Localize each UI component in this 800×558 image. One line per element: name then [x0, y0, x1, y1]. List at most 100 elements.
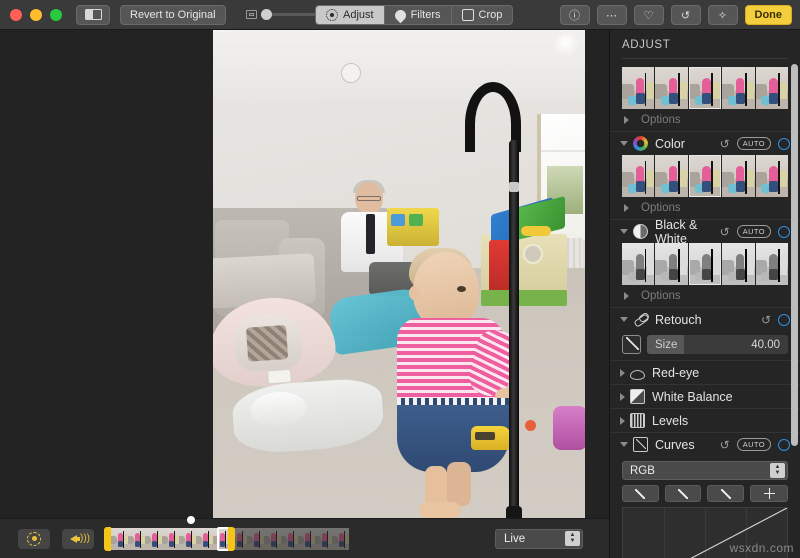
preset-thumbnail[interactable] — [622, 243, 655, 285]
filmstrip-trim-start-handle[interactable] — [104, 526, 111, 551]
preset-thumbnail[interactable] — [722, 243, 755, 285]
sidebar-section-retouch[interactable]: Retouch ↺ — [610, 307, 800, 331]
live-photo-button[interactable] — [18, 528, 50, 549]
preset-thumbnail[interactable] — [655, 155, 688, 197]
window-controls — [0, 8, 62, 21]
tab-filters[interactable]: Filters — [385, 6, 452, 24]
retouch-brush-button[interactable] — [622, 335, 641, 354]
maximize-window-button[interactable] — [50, 8, 62, 21]
filmstrip-frame[interactable] — [247, 527, 264, 550]
tab-adjust[interactable]: Adjust — [316, 6, 385, 24]
reset-black-and-white-button[interactable]: ↺ — [720, 225, 730, 239]
curves-enable-toggle[interactable] — [778, 438, 790, 451]
preset-thumbnail[interactable] — [755, 155, 789, 197]
chevron-right-icon[interactable] — [620, 416, 625, 425]
reset-curves-button[interactable]: ↺ — [720, 438, 730, 452]
add-curve-point-button[interactable] — [750, 485, 789, 502]
white-point-eyedropper-button[interactable] — [707, 485, 745, 502]
chevron-updown-icon[interactable]: ▲ ▼ — [565, 530, 580, 546]
filmstrip-frame[interactable] — [179, 527, 196, 550]
chevron-right-icon[interactable] — [620, 392, 625, 401]
audio-toggle-button[interactable]: ))) — [62, 528, 94, 549]
black-and-white-enable-toggle[interactable] — [778, 225, 790, 238]
small-thumbnail-icon — [245, 10, 257, 19]
retouch-size-slider[interactable]: Size 40.00 — [647, 335, 788, 354]
sidebar-section-levels[interactable]: Levels — [610, 408, 800, 432]
tab-crop[interactable]: Crop — [452, 6, 513, 24]
preset-thumbnail[interactable] — [755, 243, 789, 285]
filmstrip-frame[interactable] — [196, 527, 213, 550]
preset-thumbnail[interactable] — [755, 67, 789, 109]
light-options-label: Options — [641, 114, 681, 126]
sidebar-section-white-balance[interactable]: White Balance — [610, 384, 800, 408]
auto-color-button[interactable]: AUTO — [736, 137, 771, 150]
chevron-down-icon[interactable] — [620, 317, 628, 322]
auto-curves-button[interactable]: AUTO — [736, 438, 771, 451]
preset-thumbnail[interactable] — [622, 67, 655, 109]
filmstrip-trim-end-handle[interactable] — [228, 526, 235, 551]
enhance-button[interactable]: ✧ — [707, 5, 738, 25]
preset-thumbnail-selected[interactable] — [688, 155, 722, 197]
retouch-size-value: 40.00 — [751, 338, 780, 351]
color-options-row[interactable]: Options — [610, 197, 800, 219]
color-enable-toggle[interactable] — [778, 137, 790, 150]
close-window-button[interactable] — [10, 8, 22, 21]
sidebar-section-red-eye[interactable]: Red-eye — [610, 360, 800, 384]
minimize-window-button[interactable] — [30, 8, 42, 21]
preset-thumbnail[interactable] — [622, 155, 655, 197]
sidebar-section-curves[interactable]: Curves ↺ AUTO — [610, 432, 800, 456]
chevron-down-icon[interactable] — [620, 229, 628, 234]
chevron-down-icon[interactable] — [620, 442, 628, 447]
chevron-updown-icon[interactable]: ▲ ▼ — [770, 463, 785, 478]
preset-thumbnail[interactable] — [722, 67, 755, 109]
sidebar-section-black-and-white[interactable]: Black & White ↺ AUTO — [610, 218, 800, 246]
photo-wall-clock — [341, 63, 361, 83]
done-button[interactable]: Done — [744, 5, 792, 25]
color-preset-strip[interactable] — [622, 155, 789, 197]
info-button[interactable]: ⓘ — [559, 5, 590, 25]
watermark: wsxdn.com — [729, 541, 794, 555]
chevron-right-icon — [624, 116, 629, 124]
photo-ceiling — [213, 30, 585, 100]
chevron-right-icon[interactable] — [620, 368, 625, 377]
filmstrip-frame[interactable] — [162, 527, 179, 550]
rotate-button[interactable]: ↺ — [670, 5, 701, 25]
filmstrip-frame[interactable] — [128, 527, 145, 550]
black-and-white-preset-strip[interactable] — [622, 243, 789, 285]
photo-walking-cane — [465, 82, 522, 520]
sidebar-toggle-button[interactable] — [76, 4, 110, 25]
black-and-white-options-row[interactable]: Options — [610, 285, 800, 307]
filmstrip-frame[interactable] — [111, 527, 128, 550]
reset-color-button[interactable]: ↺ — [720, 137, 730, 151]
preset-thumbnail[interactable] — [655, 243, 688, 285]
filmstrip-frame[interactable] — [332, 527, 349, 550]
auto-black-and-white-button[interactable]: AUTO — [736, 225, 771, 238]
preset-thumbnail-selected[interactable] — [688, 243, 722, 285]
edited-photo[interactable] — [213, 30, 585, 520]
revert-to-original-button[interactable]: Revert to Original — [120, 4, 226, 25]
filmstrip-frame[interactable] — [145, 527, 162, 550]
zoom-slider-knob[interactable] — [260, 9, 272, 20]
light-preset-strip[interactable] — [622, 67, 789, 109]
chevron-down-icon[interactable] — [620, 141, 628, 146]
playback-mode-select[interactable]: Live ▲ ▼ — [495, 528, 583, 549]
sidebar-section-color[interactable]: Color ↺ AUTO — [610, 131, 800, 155]
filmstrip-frame[interactable] — [264, 527, 281, 550]
retouch-enable-toggle[interactable] — [778, 313, 790, 326]
favorite-button[interactable]: ♡ — [633, 5, 664, 25]
reset-retouch-button[interactable]: ↺ — [761, 313, 771, 327]
live-photo-filmstrip[interactable] — [104, 515, 349, 551]
sidebar-scrollbar[interactable] — [791, 64, 798, 446]
preset-thumbnail[interactable] — [655, 67, 688, 109]
filmstrip-frame[interactable] — [298, 527, 315, 550]
curves-channel-select[interactable]: RGB ▲ ▼ — [622, 461, 788, 480]
preset-thumbnail-selected[interactable] — [688, 67, 722, 109]
light-options-row[interactable]: Options — [610, 109, 800, 131]
filmstrip-frame[interactable] — [315, 527, 332, 550]
filmstrip-frame[interactable] — [281, 527, 298, 550]
gray-point-eyedropper-button[interactable] — [664, 485, 702, 502]
preset-thumbnail[interactable] — [722, 155, 755, 197]
black-point-eyedropper-button[interactable] — [622, 485, 659, 502]
more-options-button[interactable]: ⋯ — [596, 5, 627, 25]
photo-red-ball — [525, 420, 536, 431]
